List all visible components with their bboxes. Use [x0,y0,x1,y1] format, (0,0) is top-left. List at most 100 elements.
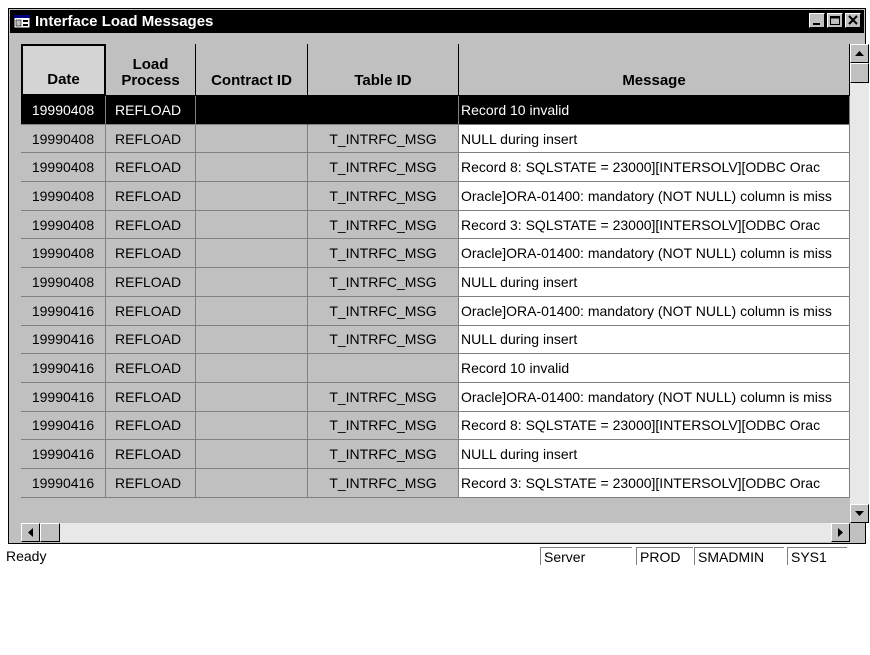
cell-contract-id[interactable] [196,239,308,269]
cell-date[interactable]: 19990408 [21,210,106,240]
cell-message[interactable]: Record 3: SQLSTATE = 23000][INTERSOLV][O… [459,210,850,240]
maximize-button[interactable] [827,13,843,28]
cell-load-process[interactable]: REFLOAD [106,468,196,498]
cell-contract-id[interactable] [196,354,308,383]
cell-message[interactable]: Oracle]ORA-01400: mandatory (NOT NULL) c… [459,239,850,269]
cell-contract-id[interactable] [196,440,308,469]
table-row[interactable]: 19990408 REFLOAD T_INTRFC_MSG Record 3: SQL… [21,210,850,240]
table-row[interactable]: 19990416 REFLOAD T_INTRFC_MSG Oracle]ORA-01… [21,296,850,326]
column-header-load-process[interactable]: Load Process [106,44,196,96]
table-row[interactable]: 19990408 REFLOAD T_INTRFC_MSG Record 8: SQL… [21,153,850,183]
cell-contract-id[interactable] [196,325,308,355]
cell-table-id[interactable]: T_INTRFC_MSG [308,325,459,355]
column-header-date[interactable]: Date [21,44,106,96]
cell-load-process[interactable]: REFLOAD [106,153,196,183]
cell-message[interactable]: NULL during insert [459,268,850,297]
cell-message[interactable]: Oracle]ORA-01400: mandatory (NOT NULL) c… [459,182,850,211]
cell-message[interactable]: NULL during insert [459,124,850,154]
cell-date[interactable]: 19990416 [21,325,106,355]
cell-contract-id[interactable] [196,468,308,498]
cell-table-id[interactable] [308,354,459,383]
cell-load-process[interactable]: REFLOAD [106,210,196,240]
cell-load-process[interactable]: REFLOAD [106,268,196,297]
vertical-scrollbar[interactable] [850,44,869,523]
minimize-button[interactable] [809,13,825,28]
table-row[interactable]: 19990416 REFLOAD Record 10 invalid [21,354,850,383]
cell-date[interactable]: 19990416 [21,468,106,498]
cell-load-process[interactable]: REFLOAD [106,440,196,469]
cell-load-process[interactable]: REFLOAD [106,96,196,125]
cell-load-process[interactable]: REFLOAD [106,182,196,211]
cell-contract-id[interactable] [196,268,308,297]
cell-message[interactable]: Record 10 invalid [459,96,850,125]
cell-date[interactable]: 19990408 [21,96,106,125]
horizontal-scrollbar[interactable] [21,523,850,542]
cell-table-id[interactable]: T_INTRFC_MSG [308,124,459,154]
cell-date[interactable]: 19990408 [21,239,106,269]
cell-table-id[interactable] [308,96,459,125]
cell-contract-id[interactable] [196,182,308,211]
cell-contract-id[interactable] [196,124,308,154]
table-row[interactable]: 19990408 REFLOAD Record 10 invalid [21,96,850,125]
cell-message[interactable]: NULL during insert [459,325,850,355]
cell-message[interactable]: Record 10 invalid [459,354,850,383]
cell-date[interactable]: 19990416 [21,411,106,441]
cell-table-id[interactable]: T_INTRFC_MSG [308,382,459,412]
vertical-scroll-thumb[interactable] [850,63,869,83]
cell-date[interactable]: 19990408 [21,153,106,183]
cell-contract-id[interactable] [196,382,308,412]
cell-message[interactable]: Record 8: SQLSTATE = 23000][INTERSOLV][O… [459,153,850,183]
cell-table-id[interactable]: T_INTRFC_MSG [308,440,459,469]
scroll-down-button[interactable] [850,504,869,523]
cell-table-id[interactable]: T_INTRFC_MSG [308,411,459,441]
table-row[interactable]: 19990408 REFLOAD T_INTRFC_MSG NULL during i… [21,268,850,297]
scroll-up-button[interactable] [850,44,869,63]
cell-load-process[interactable]: REFLOAD [106,325,196,355]
cell-table-id[interactable]: T_INTRFC_MSG [308,268,459,297]
scroll-left-button[interactable] [21,523,40,542]
cell-contract-id[interactable] [196,296,308,326]
cell-date[interactable]: 19990416 [21,354,106,383]
cell-load-process[interactable]: REFLOAD [106,411,196,441]
cell-message[interactable]: Oracle]ORA-01400: mandatory (NOT NULL) c… [459,296,850,326]
column-header-message[interactable]: Message [459,44,850,96]
cell-table-id[interactable]: T_INTRFC_MSG [308,210,459,240]
table-row[interactable]: 19990408 REFLOAD T_INTRFC_MSG Oracle]ORA-01… [21,239,850,269]
cell-contract-id[interactable] [196,210,308,240]
cell-contract-id[interactable] [196,96,308,125]
cell-table-id[interactable]: T_INTRFC_MSG [308,153,459,183]
cell-contract-id[interactable] [196,153,308,183]
column-header-table-id[interactable]: Table ID [308,44,459,96]
cell-table-id[interactable]: T_INTRFC_MSG [308,296,459,326]
table-row[interactable]: 19990408 REFLOAD T_INTRFC_MSG NULL during i… [21,124,850,154]
cell-date[interactable]: 19990408 [21,268,106,297]
cell-table-id[interactable]: T_INTRFC_MSG [308,468,459,498]
cell-message[interactable]: NULL during insert [459,440,850,469]
cell-load-process[interactable]: REFLOAD [106,124,196,154]
table-row[interactable]: 19990408 REFLOAD T_INTRFC_MSG Oracle]ORA-01… [21,182,850,211]
cell-contract-id[interactable] [196,411,308,441]
table-row[interactable]: 19990416 REFLOAD T_INTRFC_MSG Record 8: SQL… [21,411,850,441]
cell-load-process[interactable]: REFLOAD [106,382,196,412]
cell-date[interactable]: 19990416 [21,440,106,469]
table-row[interactable]: 19990416 REFLOAD T_INTRFC_MSG NULL during i… [21,440,850,469]
scroll-right-button[interactable] [831,523,850,542]
cell-message[interactable]: Record 3: SQLSTATE = 23000][INTERSOLV][O… [459,468,850,498]
cell-load-process[interactable]: REFLOAD [106,354,196,383]
cell-message[interactable]: Oracle]ORA-01400: mandatory (NOT NULL) c… [459,382,850,412]
cell-message[interactable]: Record 8: SQLSTATE = 23000][INTERSOLV][O… [459,411,850,441]
cell-date[interactable]: 19990416 [21,382,106,412]
horizontal-scroll-thumb[interactable] [40,523,60,542]
cell-table-id[interactable]: T_INTRFC_MSG [308,182,459,211]
cell-load-process[interactable]: REFLOAD [106,239,196,269]
column-header-contract-id[interactable]: Contract ID [196,44,308,96]
table-row[interactable]: 19990416 REFLOAD T_INTRFC_MSG Record 3: SQL… [21,468,850,498]
cell-table-id[interactable]: T_INTRFC_MSG [308,239,459,269]
table-row[interactable]: 19990416 REFLOAD T_INTRFC_MSG Oracle]ORA-01… [21,382,850,412]
cell-load-process[interactable]: REFLOAD [106,296,196,326]
cell-date[interactable]: 19990416 [21,296,106,326]
cell-date[interactable]: 19990408 [21,124,106,154]
table-row[interactable]: 19990416 REFLOAD T_INTRFC_MSG NULL during i… [21,325,850,355]
close-button[interactable] [845,13,861,28]
cell-date[interactable]: 19990408 [21,182,106,211]
